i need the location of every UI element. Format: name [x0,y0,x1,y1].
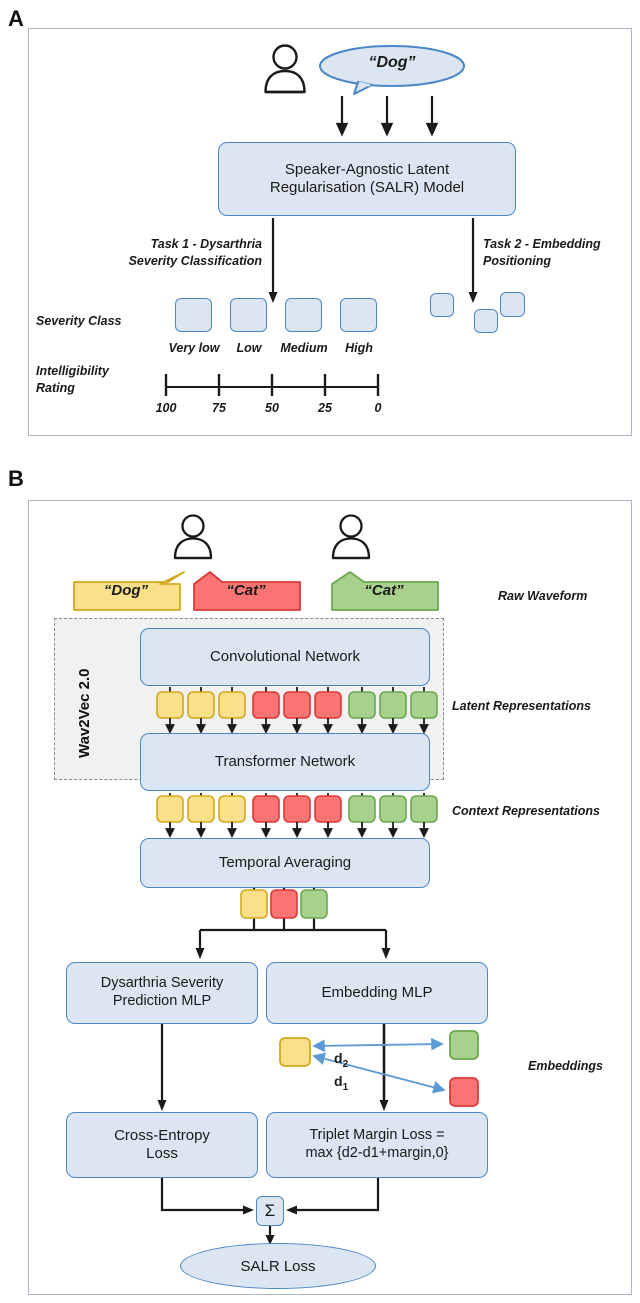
waveform-bubble-dog-label: “Dog” [103,582,149,599]
distance-label-d1-text: d [334,1073,343,1089]
severity-box-very-low [175,298,212,332]
panel-a-letter: A [8,6,24,31]
intelligibility-rating-label: Intelligibility Rating [36,363,109,397]
rating-tick-0: 0 [374,401,382,415]
speaker-person-icon-1 [172,512,214,565]
task2-label: Task 2 - Embedding Positioning [483,236,640,270]
dysarthria-mlp-line2: Prediction MLP [112,993,212,1009]
embedding-square-3 [500,292,525,317]
cross-entropy-line2: Loss [146,1145,178,1162]
triplet-loss-line2: max {d2-d1+margin,0} [305,1145,449,1161]
severity-name-very-low: Very low [168,341,220,355]
task2-label-line1: Task 2 - Embedding [483,237,601,251]
task1-label-line1: Task 1 - Dysarthria [150,237,262,251]
rating-tick-50: 50 [265,401,279,415]
pooled-tokens-and-branch [150,886,440,969]
embedding-mlp-box: Embedding MLP [266,962,488,1024]
severity-box-low [230,298,267,332]
task2-arrow [466,218,480,309]
embedding-mlp-label: Embedding MLP [321,983,433,1001]
distance-label-d2-sub: 2 [342,1058,349,1070]
context-representations-row [156,793,438,844]
temporal-averaging-label: Temporal Averaging [218,853,352,871]
wav2vec-label: Wav2Vec 2.0 [76,668,93,758]
distance-label-d2: d2 [334,1050,348,1070]
salr-model-box: Speaker-Agnostic Latent Regularisation (… [218,142,516,216]
annotation-latent-representations: Latent Representations [452,699,591,713]
severity-to-loss-arrow [155,1024,169,1117]
task1-label-line2: Severity Classification [128,253,262,268]
distance-label-d1-sub: 1 [342,1081,349,1093]
task1-arrow [266,218,280,309]
triplet-loss-line1: Triplet Margin Loss = [309,1127,445,1144]
severity-name-high: High [345,341,373,355]
intelligibility-axis [160,362,390,403]
dysarthria-mlp-line1: Dysarthria Severity [100,975,224,992]
convolutional-network-label: Convolutional Network [209,647,361,665]
annotation-raw-waveform: Raw Waveform [498,589,588,603]
annotation-context-representations: Context Representations [452,804,600,818]
waveform-bubble-cat-green-label: “Cat” [364,582,404,599]
salr-loss-ellipse: SALR Loss [180,1243,376,1289]
distance-label-d2-text: d [334,1050,343,1066]
salr-model-line1: Speaker-Agnostic Latent [284,160,450,178]
input-arrows-group [334,96,454,141]
intelligibility-label-line2: Rating [36,380,75,395]
speech-bubble-dog [318,44,466,101]
cross-entropy-line1: Cross-Entropy [114,1126,210,1144]
task2-label-line2: Positioning [483,253,552,268]
triplet-margin-loss-box: Triplet Margin Loss = max {d2-d1+margin,… [266,1112,488,1178]
latent-representations-row [156,687,438,738]
transformer-network-box: Transformer Network [140,733,430,791]
rating-tick-25: 25 [318,401,332,415]
cross-entropy-loss-box: Cross-Entropy Loss [66,1112,258,1178]
severity-box-medium [285,298,322,332]
speech-bubble-dog-label: “Dog” [368,54,416,71]
severity-box-high [340,298,377,332]
distance-label-d1: d1 [334,1073,348,1093]
task1-label: Task 1 - Dysarthria Severity Classificat… [80,236,262,270]
dysarthria-severity-mlp-box: Dysarthria Severity Prediction MLP [66,962,258,1024]
convolutional-network-box: Convolutional Network [140,628,430,686]
intelligibility-label-line1: Intelligibility [36,364,109,378]
annotation-embeddings: Embeddings [528,1059,604,1073]
summation-node: Σ [256,1196,284,1226]
speaker-person-icon-2 [330,512,372,565]
salr-loss-label: SALR Loss [240,1257,316,1275]
rating-tick-75: 75 [212,401,226,415]
rating-tick-100: 100 [155,401,177,415]
embedding-space-diagram [278,1028,500,1115]
severity-class-label: Severity Class [36,314,122,328]
embedding-square-1 [430,293,454,317]
salr-model-line2: Regularisation (SALR) Model [269,179,465,196]
severity-name-medium: Medium [280,341,328,355]
speaker-person-icon [262,42,308,99]
temporal-averaging-box: Temporal Averaging [140,838,430,888]
embedding-square-2 [474,309,498,333]
transformer-network-label: Transformer Network [214,752,356,770]
waveform-bubble-cat-red-label: “Cat” [226,582,266,599]
panel-b-letter: B [8,466,24,491]
summation-symbol: Σ [264,1200,276,1220]
